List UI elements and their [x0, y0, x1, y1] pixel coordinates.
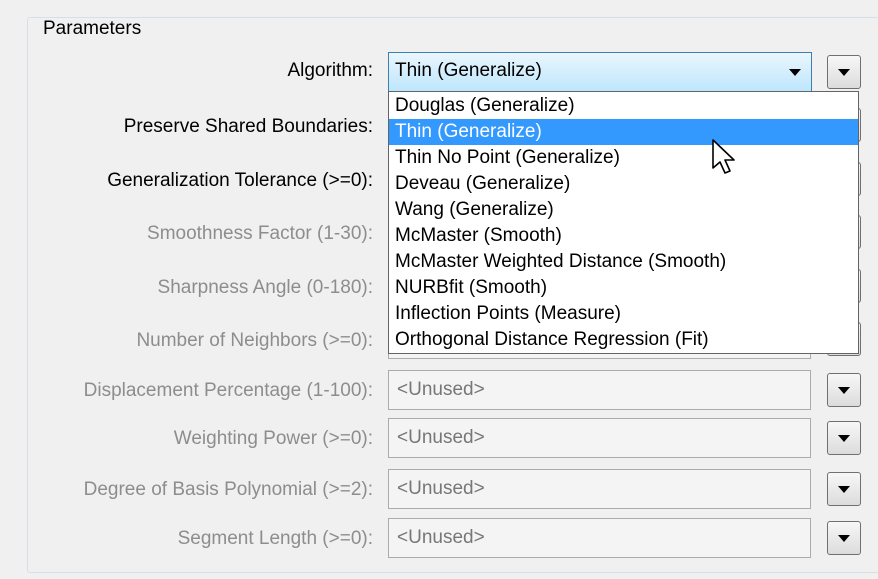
triangle-down-icon: [838, 435, 850, 442]
algorithm-option[interactable]: Deveau (Generalize): [389, 171, 858, 197]
displacement-percentage-label: Displacement Percentage (1-100):: [83, 380, 373, 401]
weighting-power-label: Weighting Power (>=0):: [173, 428, 373, 449]
algorithm-option[interactable]: Orthogonal Distance Regression (Fit): [389, 327, 858, 353]
weighting-power-field[interactable]: <Unused>: [388, 418, 811, 458]
algorithm-option[interactable]: McMaster Weighted Distance (Smooth): [389, 249, 858, 275]
generalization-tolerance-label: Generalization Tolerance (>=0):: [107, 170, 373, 191]
algorithm-option[interactable]: Inflection Points (Measure): [389, 301, 858, 327]
degree-of-basis-polynomial-field[interactable]: <Unused>: [388, 469, 811, 509]
segment-length-menu-button[interactable]: [827, 521, 861, 555]
algorithm-menu-button[interactable]: [827, 55, 861, 89]
algorithm-option-selected[interactable]: Thin (Generalize): [389, 119, 858, 145]
triangle-down-icon: [838, 387, 850, 394]
algorithm-option[interactable]: Douglas (Generalize): [389, 93, 858, 119]
preserve-shared-boundaries-label: Preserve Shared Boundaries:: [123, 116, 373, 137]
algorithm-option[interactable]: NURBfit (Smooth): [389, 275, 858, 301]
sharpness-angle-label: Sharpness Angle (0-180):: [157, 277, 373, 298]
segment-length-field[interactable]: <Unused>: [388, 518, 811, 558]
degree-of-basis-polynomial-label: Degree of Basis Polynomial (>=2):: [83, 479, 373, 500]
algorithm-dropdown-list: Douglas (Generalize) Thin (Generalize) T…: [388, 91, 859, 354]
triangle-down-icon: [838, 69, 850, 76]
algorithm-option[interactable]: McMaster (Smooth): [389, 223, 858, 249]
parameters-title: Parameters: [40, 18, 145, 40]
algorithm-label: Algorithm:: [287, 60, 373, 81]
displacement-percentage-field[interactable]: <Unused>: [388, 370, 811, 410]
degree-of-basis-polynomial-menu-button[interactable]: [827, 472, 861, 506]
algorithm-combobox[interactable]: Thin (Generalize): [388, 52, 812, 92]
segment-length-label: Segment Length (>=0):: [177, 528, 373, 549]
algorithm-option[interactable]: Thin No Point (Generalize): [389, 145, 858, 171]
algorithm-option[interactable]: Wang (Generalize): [389, 197, 858, 223]
chevron-down-icon[interactable]: [789, 69, 801, 76]
number-of-neighbors-label: Number of Neighbors (>=0):: [136, 330, 373, 351]
displacement-percentage-menu-button[interactable]: [827, 373, 861, 407]
algorithm-value: Thin (Generalize): [395, 60, 542, 81]
triangle-down-icon: [838, 535, 850, 542]
mouse-pointer-icon: [712, 139, 735, 174]
weighting-power-menu-button[interactable]: [827, 421, 861, 455]
triangle-down-icon: [838, 486, 850, 493]
smoothness-factor-label: Smoothness Factor (1-30):: [147, 223, 373, 244]
